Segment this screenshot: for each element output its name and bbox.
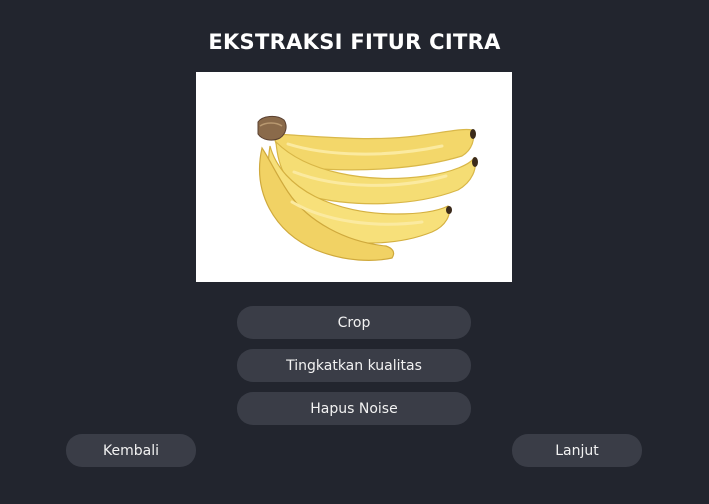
remove-noise-button[interactable]: Hapus Noise	[237, 392, 471, 425]
crop-button[interactable]: Crop	[237, 306, 471, 339]
back-button[interactable]: Kembali	[66, 434, 196, 467]
next-button[interactable]: Lanjut	[512, 434, 642, 467]
page-title: EKSTRAKSI FITUR CITRA	[208, 30, 501, 54]
enhance-quality-button[interactable]: Tingkatkan kualitas	[237, 349, 471, 382]
image-preview	[196, 72, 512, 282]
banana-image	[196, 72, 512, 282]
